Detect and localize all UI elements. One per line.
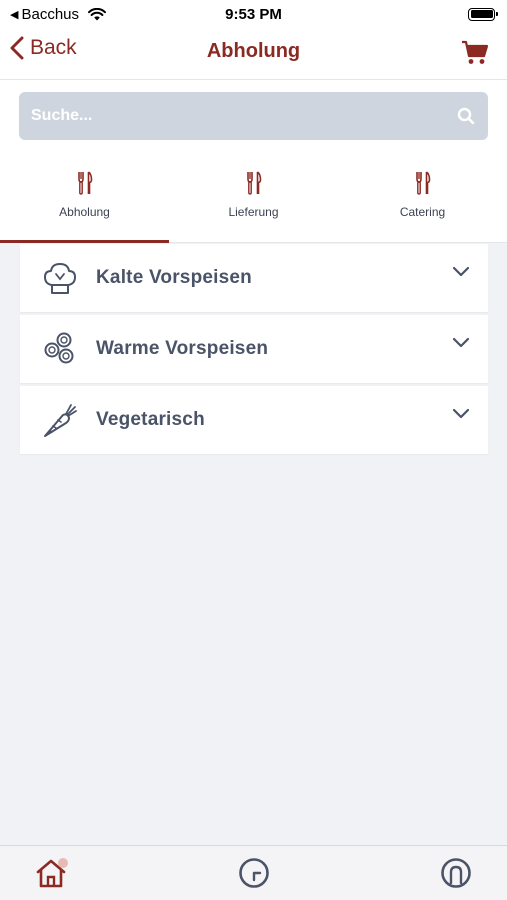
category-label: Vegetarisch	[96, 409, 205, 430]
chevron-left-icon	[10, 36, 24, 60]
chevron-down-icon	[452, 408, 470, 419]
circles-icon	[40, 329, 80, 369]
status-carrier: Bacchus	[21, 5, 80, 23]
nav-bar: Back Abholung	[0, 28, 507, 80]
search-section	[0, 80, 507, 154]
profile-tab[interactable]	[439, 856, 473, 890]
tab-lieferung[interactable]: Lieferung	[169, 154, 338, 242]
chevron-down-icon	[452, 337, 470, 348]
tab-label: Abholung	[59, 205, 110, 219]
utensils-icon	[415, 171, 430, 195]
battery-icon	[468, 7, 498, 21]
category-list: Kalte Vorspeisen Warme Vorspeisen Vegeta…	[20, 244, 488, 457]
status-bar: ◀ Bacchus 9:53 PM	[0, 0, 507, 28]
status-left: ◀ Bacchus	[10, 5, 107, 23]
chef-hat-icon	[40, 258, 80, 298]
notification-dot	[58, 858, 68, 868]
home-tab[interactable]	[34, 856, 68, 890]
clock-icon	[238, 858, 269, 888]
wifi-icon	[88, 7, 107, 20]
back-label: Back	[30, 36, 77, 59]
service-tabs: Abholung Lieferung Catering	[0, 154, 507, 243]
category-label: Warme Vorspeisen	[96, 338, 269, 359]
utensils-icon	[77, 171, 92, 195]
carrot-icon	[40, 400, 80, 440]
tab-abholung[interactable]: Abholung	[0, 154, 169, 243]
cart-button[interactable]	[461, 40, 489, 71]
search-box[interactable]	[19, 92, 488, 140]
tab-label: Catering	[399, 205, 446, 219]
back-to-app-icon[interactable]: ◀	[10, 8, 18, 21]
cart-icon	[462, 40, 489, 64]
search-icon[interactable]	[456, 106, 476, 126]
history-tab[interactable]	[237, 856, 271, 890]
category-item-warme-vorspeisen[interactable]: Warme Vorspeisen	[20, 315, 488, 383]
category-label: Kalte Vorspeisen	[96, 267, 252, 288]
tab-catering[interactable]: Catering	[338, 154, 507, 242]
tab-label: Lieferung	[228, 205, 279, 219]
back-button[interactable]: Back	[10, 36, 77, 60]
search-input[interactable]	[31, 107, 456, 125]
profile-icon	[441, 858, 471, 888]
chevron-down-icon	[452, 266, 470, 277]
category-item-kalte-vorspeisen[interactable]: Kalte Vorspeisen	[20, 244, 488, 312]
utensils-icon	[246, 171, 261, 195]
category-item-vegetarisch[interactable]: Vegetarisch	[20, 386, 488, 454]
bottom-tab-bar	[0, 845, 507, 900]
